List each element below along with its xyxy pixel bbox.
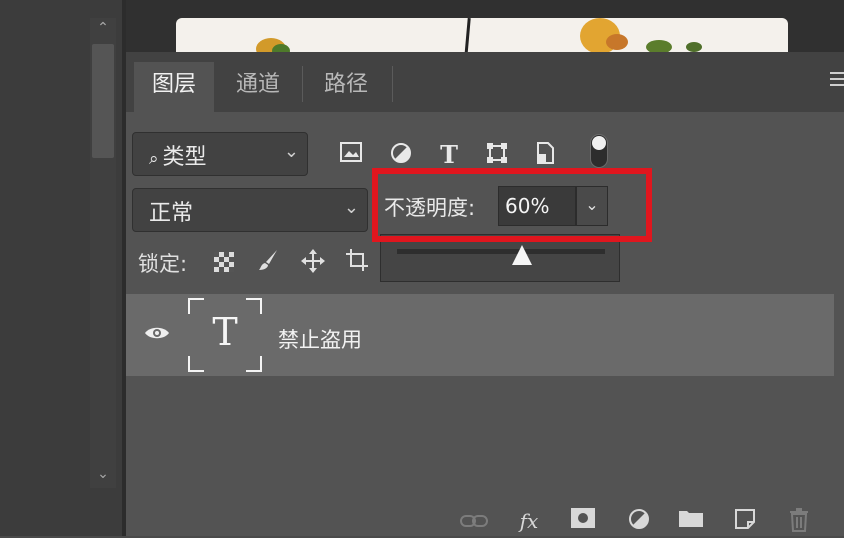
scroll-up-icon[interactable]: ⌃ bbox=[90, 18, 116, 38]
tab-layers[interactable]: 图层 bbox=[134, 62, 214, 112]
image-icon[interactable] bbox=[338, 142, 364, 168]
chevron-down-icon: ⌄ bbox=[343, 197, 359, 218]
lock-artboard-icon[interactable] bbox=[344, 248, 370, 274]
scrollbar[interactable]: ⌃ ⌄ bbox=[90, 18, 116, 488]
filter-toggle[interactable] bbox=[590, 134, 608, 168]
filter-type-select[interactable]: ⌕ 类型 ⌄ bbox=[132, 132, 308, 176]
fx-icon[interactable]: fx bbox=[516, 508, 542, 534]
search-icon: ⌕ bbox=[149, 149, 159, 169]
panel-menu-icon[interactable] bbox=[830, 72, 844, 90]
tab-separator bbox=[392, 66, 393, 102]
filter-type-label: ⌕ 类型 bbox=[149, 145, 207, 170]
scroll-down-icon[interactable]: ⌄ bbox=[90, 464, 116, 484]
opacity-slider-track[interactable] bbox=[397, 249, 605, 254]
layers-panel: 图层 通道 路径 ⌕ 类型 ⌄ T 正常 ⌄ 不透明度: 60% ⌄ 锁定: T… bbox=[126, 52, 844, 536]
tab-paths[interactable]: 路径 bbox=[306, 62, 386, 112]
lock-image-pixels-icon[interactable] bbox=[256, 248, 282, 274]
layer-row[interactable]: T 禁止盗用 bbox=[126, 294, 834, 376]
tab-channels[interactable]: 通道 bbox=[218, 62, 298, 112]
eye-icon[interactable] bbox=[144, 322, 170, 348]
new-layer-icon[interactable] bbox=[732, 508, 758, 534]
shape-icon[interactable] bbox=[484, 142, 510, 168]
scrollbar-thumb[interactable] bbox=[92, 44, 114, 158]
layer-thumbnail: T bbox=[188, 298, 262, 372]
opacity-slider-handle[interactable] bbox=[511, 245, 532, 265]
trash-icon[interactable] bbox=[786, 508, 812, 534]
highlight-box bbox=[372, 168, 652, 242]
lock-transparent-pixels-icon[interactable] bbox=[214, 252, 234, 272]
layer-name[interactable]: 禁止盗用 bbox=[278, 324, 362, 354]
blend-mode-value: 正常 bbox=[149, 201, 194, 226]
tab-separator bbox=[302, 66, 303, 102]
blend-mode-select[interactable]: 正常 ⌄ bbox=[132, 188, 368, 232]
lock-label: 锁定: bbox=[138, 252, 188, 276]
type-icon[interactable]: T bbox=[436, 142, 462, 168]
smart-object-icon[interactable] bbox=[532, 142, 558, 168]
chevron-down-icon: ⌄ bbox=[283, 141, 299, 162]
left-rail: ⌃ ⌄ bbox=[0, 0, 124, 536]
adjustment-icon[interactable] bbox=[388, 142, 414, 168]
canvas-area bbox=[126, 0, 844, 58]
adjustment-layer-icon[interactable] bbox=[626, 508, 652, 534]
lock-position-icon[interactable] bbox=[300, 248, 326, 274]
link-icon[interactable] bbox=[460, 508, 488, 534]
panel-tabbar: 图层 通道 路径 bbox=[126, 52, 844, 112]
group-icon[interactable] bbox=[678, 508, 704, 534]
type-layer-icon: T bbox=[212, 310, 238, 354]
panel-footer: fx bbox=[126, 498, 844, 536]
mask-icon[interactable] bbox=[570, 508, 596, 534]
